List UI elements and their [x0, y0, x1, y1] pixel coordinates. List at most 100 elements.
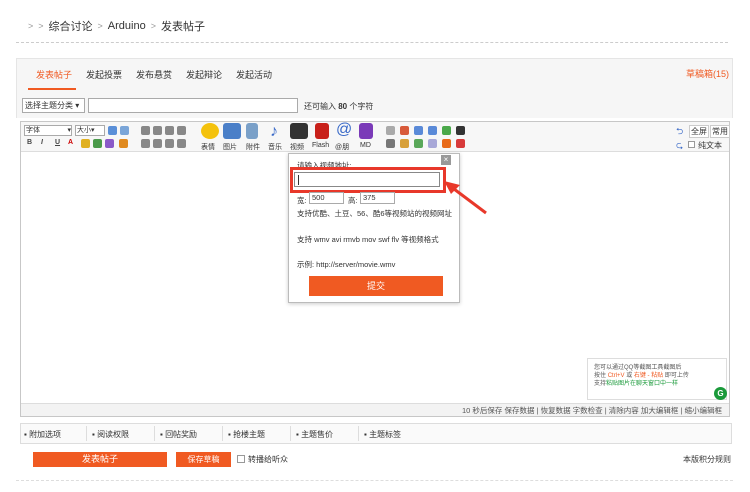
- format-painter-icon[interactable]: [119, 139, 128, 148]
- gallery-icon[interactable]: [414, 139, 423, 148]
- hint-count: 80: [338, 102, 348, 111]
- option-label: 回帖奖励: [165, 430, 198, 439]
- g-badge-icon[interactable]: G: [714, 387, 727, 400]
- attachment-icon[interactable]: [246, 123, 258, 139]
- tip-right-click: 右键 - 粘贴: [633, 373, 664, 379]
- unlink-icon[interactable]: [105, 139, 114, 148]
- post-submit-button[interactable]: 发表帖子: [33, 452, 167, 467]
- breadcrumb-separator: >: [38, 21, 44, 31]
- post-icon[interactable]: [400, 126, 409, 135]
- image-icon[interactable]: [223, 123, 241, 139]
- broadcast-checkbox[interactable]: [237, 455, 245, 463]
- tip-green-text: 粘贴图片在聊天窗口中一样: [606, 381, 679, 387]
- tip-line-3: 支持粘贴图片在聊天窗口中一样: [594, 380, 726, 388]
- common-button[interactable]: 常用: [710, 125, 730, 138]
- supported-sites-text: 支持优酷、土豆、56、酷6等视频站的视频网址: [297, 209, 453, 218]
- indent-icon[interactable]: [165, 139, 174, 148]
- rss-icon[interactable]: [442, 139, 451, 148]
- highlight-box: [290, 167, 446, 193]
- video-width-input[interactable]: 500: [309, 192, 344, 204]
- font-color-button[interactable]: A: [68, 139, 73, 146]
- fullscreen-button[interactable]: 全屏: [689, 125, 709, 138]
- music-icon[interactable]: ♪: [270, 123, 278, 141]
- video-icon[interactable]: [290, 123, 308, 139]
- password-icon[interactable]: [428, 126, 437, 135]
- align-right-icon[interactable]: [165, 126, 174, 135]
- italic-button[interactable]: I: [41, 139, 43, 146]
- category-select[interactable]: 选择主题分类 ▾: [22, 98, 85, 113]
- code-icon[interactable]: [386, 139, 395, 148]
- lock-icon[interactable]: [400, 139, 409, 148]
- align-left-icon[interactable]: [141, 126, 150, 135]
- text-color-icon[interactable]: [108, 126, 117, 135]
- hint-suffix: 个字符: [349, 102, 374, 111]
- subject-input[interactable]: [88, 98, 298, 113]
- hide-icon[interactable]: [442, 126, 451, 135]
- option-label: 主题标签: [369, 430, 402, 439]
- tab-new-post[interactable]: 发表帖子: [36, 68, 72, 81]
- video-height-input[interactable]: 375: [360, 192, 395, 204]
- tab-poll[interactable]: 发起投票: [86, 68, 122, 81]
- table-icon[interactable]: [414, 126, 423, 135]
- save-draft-button[interactable]: 保存草稿: [176, 452, 231, 467]
- quote-icon[interactable]: [386, 126, 395, 135]
- markdown-icon[interactable]: [359, 123, 373, 139]
- font-select-label: 字体: [26, 127, 40, 134]
- image-label: 图片: [223, 144, 237, 151]
- tip-line-1: 您可以通过QQ等截图工具截图后: [594, 365, 682, 371]
- plain-text-label: 纯文本: [698, 141, 722, 150]
- page-icon[interactable]: [428, 139, 437, 148]
- free-icon[interactable]: [456, 126, 465, 135]
- option-tags[interactable]: ▪ 主题标签: [364, 429, 401, 440]
- draft-box-link[interactable]: 草稿箱(15): [686, 67, 729, 80]
- ordered-list-icon[interactable]: [153, 139, 162, 148]
- chart-icon[interactable]: [456, 139, 465, 148]
- option-extra[interactable]: ▪ 附加选项: [24, 429, 61, 440]
- option-reply-reward[interactable]: ▪ 回帖奖励: [160, 429, 197, 440]
- tip-text: 或: [626, 373, 633, 379]
- bold-button[interactable]: B: [27, 139, 32, 146]
- option-label: 抢楼主题: [233, 430, 266, 439]
- highlight-icon[interactable]: [81, 139, 90, 148]
- tab-debate[interactable]: 发起辩论: [186, 68, 222, 81]
- option-price[interactable]: ▪ 主题售价: [296, 429, 333, 440]
- board-rules-link[interactable]: 本版积分规则: [683, 454, 731, 465]
- subject-char-hint: 还可输入 80 个字符: [304, 101, 373, 112]
- redo-icon[interactable]: ⮎: [676, 138, 683, 154]
- link-icon[interactable]: [93, 139, 102, 148]
- option-floor-grab[interactable]: ▪ 抢楼主题: [228, 429, 265, 440]
- flash-icon[interactable]: [315, 123, 329, 139]
- option-label: 阅读权限: [97, 430, 130, 439]
- tab-reward[interactable]: 发布悬赏: [136, 68, 172, 81]
- emoji-icon[interactable]: [201, 123, 219, 139]
- music-label: 音乐: [268, 144, 282, 151]
- tip-hotkey: Ctrl+V: [607, 373, 625, 379]
- divider: [154, 426, 155, 441]
- tip-line-2: 按住 Ctrl+V 或 右键 - 粘贴 即可上传: [594, 372, 726, 380]
- font-size-select[interactable]: 大小▾: [75, 125, 105, 136]
- tab-activity[interactable]: 发起活动: [236, 68, 272, 81]
- tip-text: 即可上传: [664, 373, 689, 379]
- editor-status-text[interactable]: 10 秒后保存 保存数据 | 恢复数据 字数检查 | 清除内容 加大编辑框 | …: [462, 405, 722, 416]
- breadcrumb-board[interactable]: Arduino: [108, 20, 146, 32]
- list-icon[interactable]: [141, 139, 150, 148]
- option-read-permission[interactable]: ▪ 阅读权限: [92, 429, 129, 440]
- align-center-icon[interactable]: [153, 126, 162, 135]
- breadcrumb-forum[interactable]: 综合讨论: [49, 18, 93, 34]
- option-label: 主题售价: [301, 430, 334, 439]
- align-justify-icon[interactable]: [177, 126, 186, 135]
- outdent-icon[interactable]: [177, 139, 186, 148]
- option-label: 附加选项: [29, 430, 62, 439]
- video-label: 视频: [290, 144, 304, 151]
- category-select-label: 选择主题分类: [25, 101, 73, 110]
- font-family-select[interactable]: 字体 ▾: [24, 125, 72, 136]
- close-icon[interactable]: ×: [441, 155, 451, 165]
- underline-button[interactable]: U: [55, 139, 60, 146]
- at-mention-icon[interactable]: @: [336, 121, 352, 139]
- video-submit-button[interactable]: 提交: [309, 276, 443, 296]
- background-color-icon[interactable]: [120, 126, 129, 135]
- plain-text-checkbox[interactable]: [688, 141, 695, 148]
- home-icon[interactable]: >: [28, 21, 33, 31]
- height-label: 高:: [348, 196, 358, 205]
- divider: [86, 426, 87, 441]
